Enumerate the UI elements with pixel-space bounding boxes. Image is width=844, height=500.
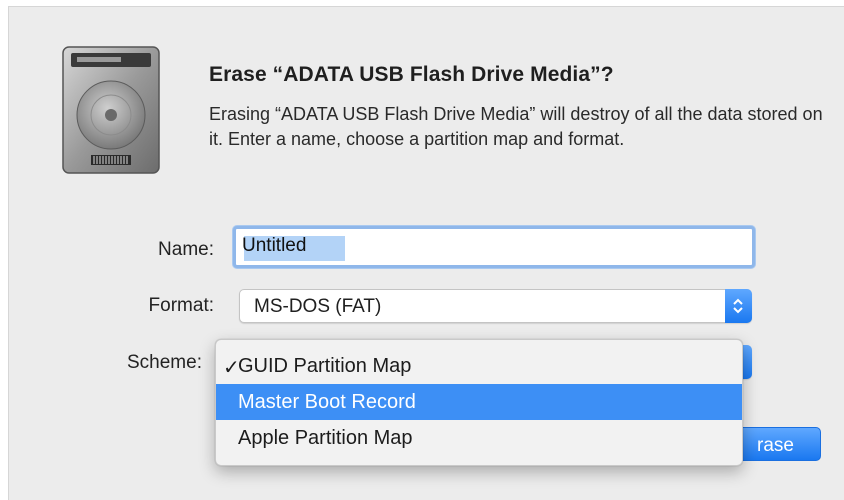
dialog-message: Erasing “ADATA USB Flash Drive Media” wi… bbox=[209, 104, 823, 149]
erase-button-label: rase bbox=[757, 435, 794, 456]
erase-dialog: Erase “ADATA USB Flash Drive Media”? Era… bbox=[8, 6, 844, 500]
up-down-chevron-icon bbox=[733, 298, 743, 314]
format-popup[interactable]: MS-DOS (FAT) bbox=[239, 289, 752, 323]
menu-item-apple-partition-map[interactable]: Apple Partition Map bbox=[216, 420, 742, 456]
format-value: MS-DOS (FAT) bbox=[254, 296, 382, 317]
name-input[interactable] bbox=[242, 235, 742, 257]
scheme-label: Scheme: bbox=[127, 352, 202, 373]
menu-item-label: GUID Partition Map bbox=[238, 355, 412, 377]
checkmark-icon: ✓ bbox=[223, 357, 240, 379]
menu-item-master-boot-record[interactable]: Master Boot Record bbox=[216, 384, 742, 420]
format-label: Format: bbox=[148, 295, 214, 316]
menu-item-label: Apple Partition Map bbox=[238, 427, 413, 449]
scheme-dropdown-menu: ✓ GUID Partition Map Master Boot Record … bbox=[215, 339, 743, 466]
name-field[interactable] bbox=[233, 226, 755, 268]
dialog-title: Erase “ADATA USB Flash Drive Media”? bbox=[209, 63, 614, 86]
format-popup-stepper[interactable] bbox=[725, 289, 752, 323]
menu-item-guid-partition-map[interactable]: ✓ GUID Partition Map bbox=[216, 348, 742, 384]
external-disk-icon bbox=[62, 46, 160, 174]
name-label: Name: bbox=[158, 239, 214, 260]
menu-item-label: Master Boot Record bbox=[238, 391, 416, 413]
